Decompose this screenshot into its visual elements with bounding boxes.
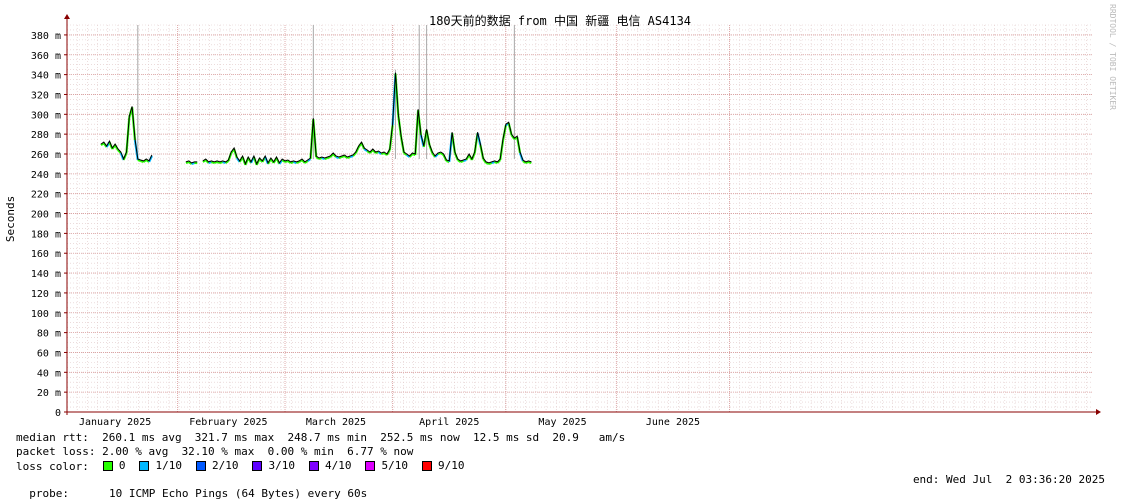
legend-item: 1/10 [139, 459, 182, 473]
y-tick-label: 280 m [31, 130, 61, 141]
legend-label: 1/10 [155, 459, 182, 472]
rtt-stats: median rtt: 260.1 ms avg 321.7 ms max 24… [16, 431, 626, 444]
y-tick-label: 240 m [31, 170, 61, 181]
y-tick-label: 160 m [31, 249, 61, 260]
x-tick-label: February 2025 [189, 417, 267, 428]
legend-swatch [252, 461, 263, 471]
legend-item: 2/10 [195, 459, 239, 473]
axes [64, 14, 1101, 415]
y-axis-arrow [64, 14, 70, 19]
legend-swatch [365, 461, 376, 471]
end-timestamp: end: Wed Jul 2 03:36:20 2025 [912, 473, 1105, 486]
x-tick-label: June 2025 [646, 417, 700, 428]
y-axis-label: Seconds [4, 196, 17, 242]
legend-label: 0 [118, 459, 126, 472]
x-tick-label: January 2025 [79, 417, 151, 428]
latency-chart: 0 20 m 40 m 60 m 80 m 100 m 120 m 140 m 160 m 180… [4, 13, 1101, 428]
y-tick-label: 220 m [31, 190, 61, 201]
y-tick-label: 360 m [31, 51, 61, 62]
legend-label: 5/10 [381, 459, 408, 472]
legend-item: 5/10 [365, 459, 408, 473]
legend-item: 3/10 [252, 459, 295, 473]
loss-stats: packet loss: 2.00 % avg 32.10 % max 0.00… [16, 445, 414, 458]
y-tick-label: 300 m [31, 110, 61, 121]
legend-swatch [139, 461, 150, 471]
legend-label: 3/10 [268, 459, 295, 472]
loss-color-label: loss color: [16, 460, 89, 473]
x-tick-labels: January 2025 February 2025 March 2025 April… [79, 417, 700, 428]
grid [66, 24, 1092, 413]
rtt-line [100, 106, 153, 162]
y-tick-label: 260 m [31, 150, 61, 161]
legend-label: 2/10 [211, 459, 239, 472]
legend-swatch [102, 461, 113, 471]
y-tick-label: 320 m [31, 90, 61, 101]
y-tick-label: 120 m [31, 289, 61, 300]
y-tick-label: 40 m [37, 368, 61, 379]
x-axis-arrow [1096, 409, 1101, 415]
legend-label: 4/10 [324, 459, 352, 472]
y-tick-label: 20 m [37, 388, 61, 399]
series [100, 72, 532, 166]
y-tick-label: 100 m [31, 309, 61, 320]
y-tick-label: 0 [55, 408, 61, 419]
x-tick-label: March 2025 [306, 417, 366, 428]
rtt-line [202, 72, 532, 166]
legend-label: 9/10 [437, 459, 465, 472]
legend-item: 4/10 [308, 459, 352, 473]
legend-item: 9/10 [421, 459, 465, 473]
legend-item: 0 [102, 459, 126, 473]
y-tick-label: 80 m [37, 329, 61, 340]
y-tick-label: 380 m [31, 31, 61, 42]
x-tick-label: April 2025 [419, 417, 479, 428]
legend-swatch [421, 461, 432, 471]
y-tick-label: 60 m [37, 348, 61, 359]
probe-info: probe: 10 ICMP Echo Pings (64 Bytes) ever… [16, 473, 367, 501]
legend-swatch [195, 461, 206, 471]
x-tick-label: May 2025 [538, 417, 586, 428]
chart-title: 180天前的数据 from 中国 新疆 电信 AS4134 [429, 13, 691, 28]
rrdtool-watermark: RRDTOOL / TOBI OETIKER [1108, 4, 1117, 110]
legend-swatch [308, 461, 319, 471]
y-tick-labels: 0 20 m 40 m 60 m 80 m 100 m 120 m 140 m 160 m 180… [31, 31, 67, 419]
y-tick-label: 340 m [31, 71, 61, 82]
y-tick-label: 180 m [31, 229, 61, 240]
y-tick-label: 140 m [31, 269, 61, 280]
y-tick-label: 200 m [31, 210, 61, 221]
